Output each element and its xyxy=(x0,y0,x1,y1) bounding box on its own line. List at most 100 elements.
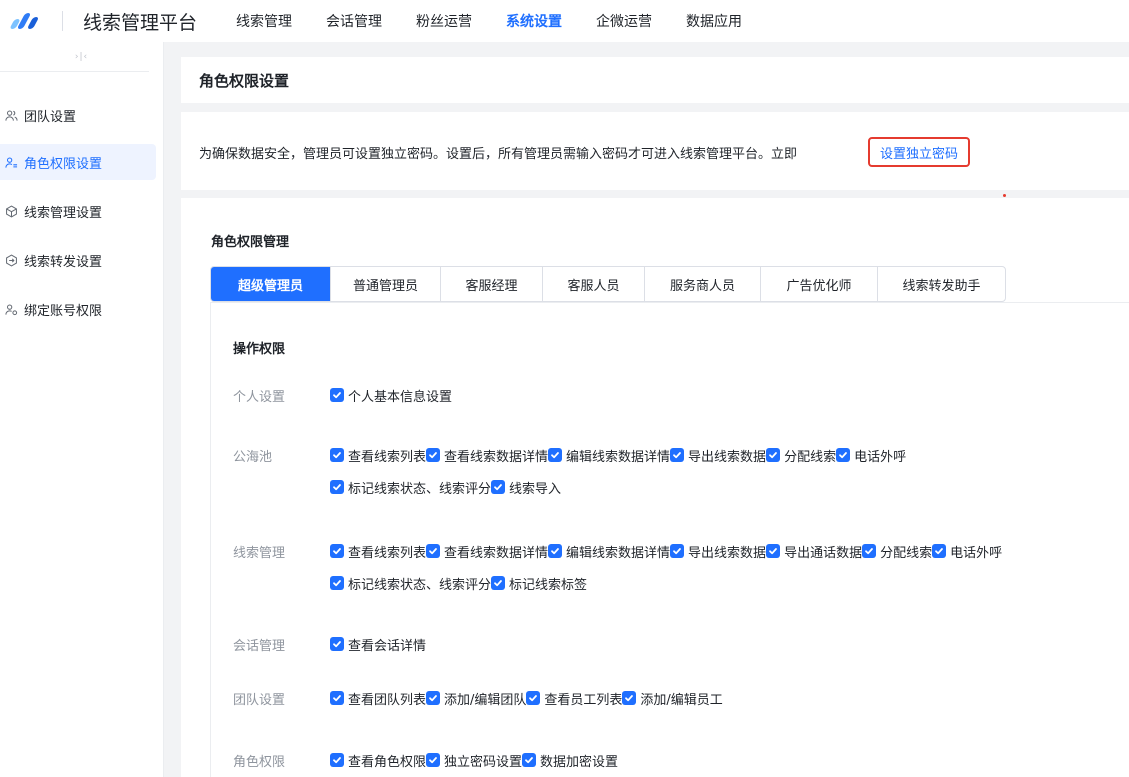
checkbox-checked-icon xyxy=(548,448,563,462)
checkbox-checked-icon xyxy=(622,691,637,705)
permission-checkbox[interactable]: 查看会话详情 xyxy=(330,635,427,654)
permission-group-label: 线索管理 xyxy=(233,546,286,561)
checkbox-checked-icon xyxy=(330,544,344,558)
tab-cs-manager[interactable]: 客服经理 xyxy=(440,267,542,301)
permission-checkbox[interactable]: 添加/编辑团队 xyxy=(426,689,526,708)
sidebar-item-label: 线索管理设置 xyxy=(24,205,103,221)
sidebar-item-role-permission[interactable]: 角色权限设置 xyxy=(0,144,156,180)
permission-label: 查看团队列表 xyxy=(348,692,427,708)
permission-label: 分配线索 xyxy=(784,449,837,465)
main-nav: 线索管理 会话管理 粉丝运营 系统设置 企微运营 数据应用 xyxy=(219,11,759,31)
permission-panel: 操作权限 个人设置 个人基本信息设置 公海池 查看线索列表 查看线索数据详情 编辑线索数据… xyxy=(210,302,1129,777)
checkbox-checked-icon xyxy=(766,544,781,558)
sidebar-item-label: 线索转发设置 xyxy=(24,254,103,270)
permission-label: 查看线索列表 xyxy=(348,545,427,561)
tab-normal-admin[interactable]: 普通管理员 xyxy=(330,267,440,301)
permission-group-label: 公海池 xyxy=(233,450,273,465)
permission-checkbox[interactable]: 独立密码设置 xyxy=(426,751,523,770)
permission-line: 查看角色权限 独立密码设置 数据加密设置 xyxy=(330,751,618,770)
checkbox-checked-icon xyxy=(426,544,441,558)
permission-checkbox[interactable]: 导出通话数据 xyxy=(766,542,863,561)
tab-provider-staff[interactable]: 服务商人员 xyxy=(644,267,760,301)
checkbox-checked-icon xyxy=(522,753,537,767)
permission-checkbox[interactable]: 查看线索数据详情 xyxy=(426,446,549,465)
brand-logo-icon[interactable] xyxy=(6,10,40,32)
permission-group-label: 个人设置 xyxy=(233,390,286,405)
nav-item-system-settings[interactable]: 系统设置 xyxy=(506,11,562,31)
set-password-link[interactable]: 设置独立密码 xyxy=(868,137,971,167)
permission-checkbox[interactable]: 线索导入 xyxy=(491,478,562,497)
red-dot-marker xyxy=(1003,194,1006,197)
sidebar-item-team-settings[interactable]: 团队设置 xyxy=(0,97,156,133)
sidebar-item-label: 角色权限设置 xyxy=(24,156,103,172)
permission-label: 编辑线索数据详情 xyxy=(566,545,671,561)
permission-checkbox[interactable]: 标记线索标签 xyxy=(491,574,587,593)
permission-checkbox[interactable]: 查看团队列表 xyxy=(330,689,427,708)
tab-lead-forward-assistant[interactable]: 线索转发助手 xyxy=(877,267,1005,301)
permission-checkbox[interactable]: 电话外呼 xyxy=(836,446,906,465)
permission-line: 标记线索状态、线索评分 标记线索标签 xyxy=(330,574,587,593)
nav-item-fans-operation[interactable]: 粉丝运营 xyxy=(416,11,472,31)
checkbox-checked-icon xyxy=(836,448,851,462)
permission-checkbox[interactable]: 编辑线索数据详情 xyxy=(548,542,671,561)
permission-label: 独立密码设置 xyxy=(444,754,523,770)
permission-checkbox[interactable]: 查看线索列表 xyxy=(330,446,426,465)
permission-checkbox[interactable]: 查看线索数据详情 xyxy=(426,542,549,561)
permission-label: 导出通话数据 xyxy=(784,545,863,561)
nav-item-conversation-management[interactable]: 会话管理 xyxy=(326,11,382,31)
permission-label: 导出线索数据 xyxy=(688,449,767,465)
brand-divider xyxy=(62,11,63,31)
permission-checkbox[interactable]: 标记线索状态、线索评分 xyxy=(330,574,491,593)
team-icon xyxy=(4,108,18,122)
permission-line: 查看团队列表 添加/编辑团队 查看员工列表 添加/编辑员工 xyxy=(330,689,723,708)
tab-cs-staff[interactable]: 客服人员 xyxy=(542,267,644,301)
permission-checkbox[interactable]: 导出线索数据 xyxy=(670,542,766,561)
permission-checkbox[interactable]: 查看角色权限 xyxy=(330,751,426,770)
permission-checkbox[interactable]: 导出线索数据 xyxy=(670,446,767,465)
permission-label: 查看会话详情 xyxy=(348,638,427,654)
tab-super-admin[interactable]: 超级管理员 xyxy=(211,267,330,301)
permission-checkbox[interactable]: 查看员工列表 xyxy=(526,689,622,708)
bind-user-icon xyxy=(4,302,18,316)
permission-checkbox[interactable]: 分配线索 xyxy=(766,446,837,465)
sidebar-collapse-icon[interactable]: ›|‹ xyxy=(0,42,149,72)
permission-group-label: 团队设置 xyxy=(233,693,286,708)
permission-checkbox[interactable]: 电话外呼 xyxy=(932,542,1003,561)
permission-label: 添加/编辑员工 xyxy=(640,692,723,708)
nav-item-wecom-operation[interactable]: 企微运营 xyxy=(596,11,652,31)
nav-item-lead-management[interactable]: 线索管理 xyxy=(236,11,292,31)
checkbox-checked-icon xyxy=(330,448,344,462)
sidebar-item-lead-settings[interactable]: 线索管理设置 xyxy=(0,193,156,229)
permission-label: 查看线索数据详情 xyxy=(444,449,549,465)
checkbox-checked-icon xyxy=(330,388,344,402)
checkbox-checked-icon xyxy=(330,691,344,705)
permission-checkbox[interactable]: 添加/编辑员工 xyxy=(622,689,723,708)
permission-checkbox[interactable]: 数据加密设置 xyxy=(522,751,618,770)
checkbox-checked-icon xyxy=(548,544,563,558)
permission-checkbox[interactable]: 个人基本信息设置 xyxy=(330,386,452,405)
checkbox-checked-icon xyxy=(330,753,344,767)
sidebar-item-label: 团队设置 xyxy=(24,109,77,125)
permission-label: 分配线索 xyxy=(880,545,933,561)
permission-checkbox[interactable]: 查看线索列表 xyxy=(330,542,427,561)
permission-label: 查看线索数据详情 xyxy=(444,545,549,561)
role-icon xyxy=(4,155,18,169)
permission-group-label: 会话管理 xyxy=(233,639,286,654)
permission-line: 个人基本信息设置 xyxy=(330,386,452,405)
sidebar-item-lead-forward[interactable]: 线索转发设置 xyxy=(0,242,156,278)
brand-title: 线索管理平台 xyxy=(83,11,198,34)
permission-checkbox[interactable]: 分配线索 xyxy=(862,542,933,561)
cube-icon xyxy=(4,204,18,218)
role-tabs: 超级管理员 普通管理员 客服经理 客服人员 服务商人员 广告优化师 线索转发助手 xyxy=(210,266,1006,302)
permission-label: 电话外呼 xyxy=(950,545,1003,561)
checkbox-checked-icon xyxy=(670,448,685,462)
nav-item-data-application[interactable]: 数据应用 xyxy=(686,11,742,31)
sidebar-item-bind-account[interactable]: 绑定账号权限 xyxy=(0,291,156,327)
password-notice: 为确保数据安全，管理员可设置独立密码。设置后，所有管理员需输入密码才可进入线索管… xyxy=(181,112,1129,190)
tab-ad-optimizer[interactable]: 广告优化师 xyxy=(760,267,877,301)
permission-label: 线索导入 xyxy=(509,481,562,497)
permission-checkbox[interactable]: 标记线索状态、线索评分 xyxy=(330,478,491,497)
checkbox-checked-icon xyxy=(330,480,344,494)
permission-group-label: 角色权限 xyxy=(233,755,286,770)
permission-checkbox[interactable]: 编辑线索数据详情 xyxy=(548,446,670,465)
